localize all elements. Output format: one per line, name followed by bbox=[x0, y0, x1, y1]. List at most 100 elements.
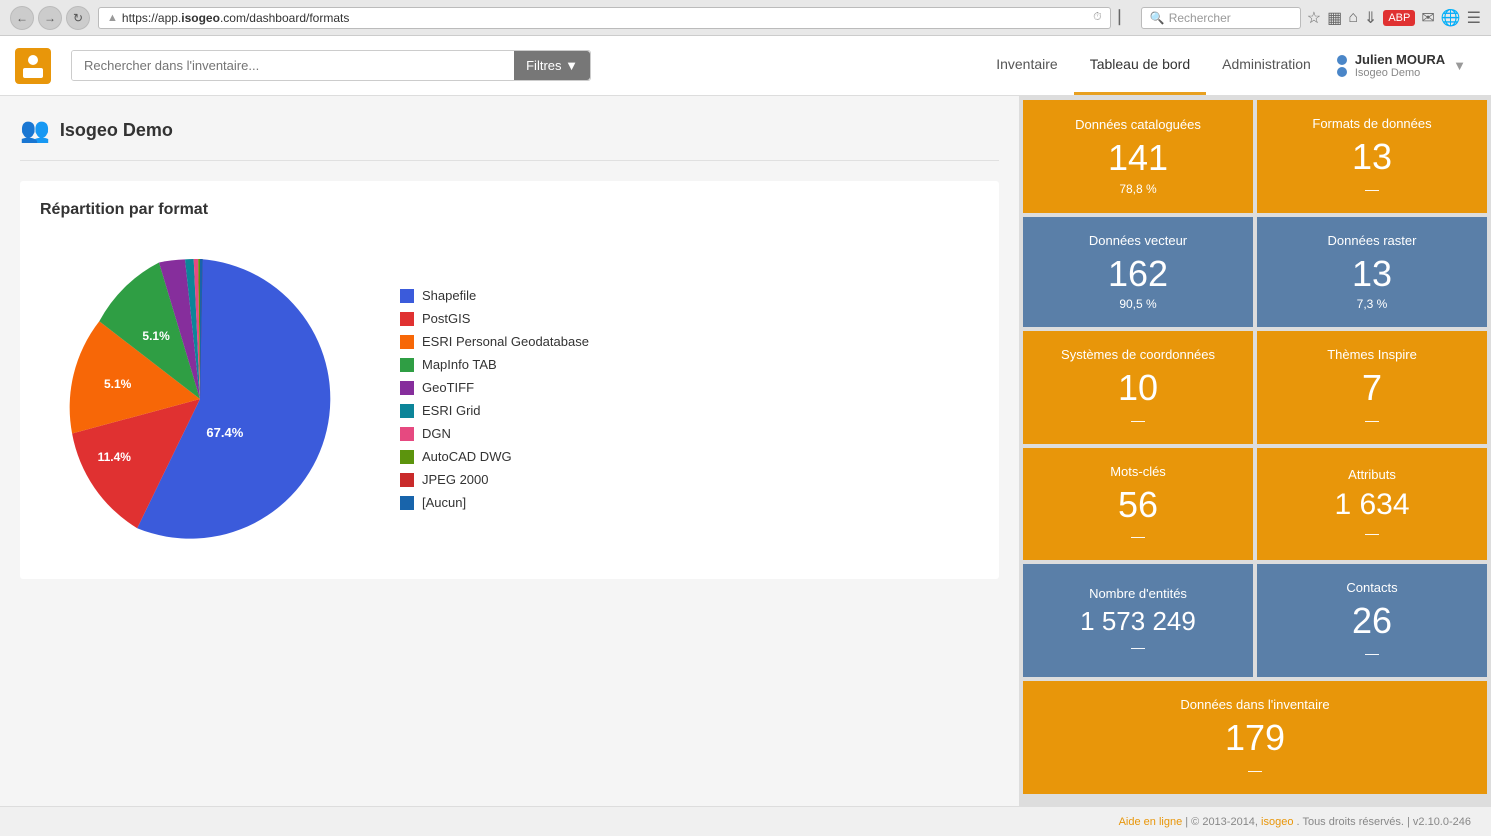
legend-label-esri-grid: ESRI Grid bbox=[422, 403, 481, 418]
label-51b: 5.1% bbox=[142, 329, 169, 343]
stat-mots-cles[interactable]: Mots-clés 56 — bbox=[1023, 448, 1253, 561]
stat-label-9: Contacts bbox=[1346, 580, 1397, 595]
stat-attributs[interactable]: Attributs 1 634 — bbox=[1257, 448, 1487, 561]
stat-label-8: Nombre d'entités bbox=[1089, 586, 1187, 601]
legend-label-dgn: DGN bbox=[422, 426, 451, 441]
user-dot-2 bbox=[1337, 67, 1347, 77]
stat-dash-1: — bbox=[1365, 181, 1379, 197]
label-67: 67.4% bbox=[206, 425, 243, 440]
stat-label-5: Thèmes Inspire bbox=[1327, 347, 1417, 362]
stat-raster[interactable]: Données raster 13 7,3 % bbox=[1257, 217, 1487, 328]
stat-value-4: 10 bbox=[1118, 368, 1158, 408]
stat-value-10: 179 bbox=[1225, 718, 1285, 758]
forward-button[interactable]: → bbox=[38, 6, 62, 30]
user-menu[interactable]: Julien MOURA Isogeo Demo ▼ bbox=[1327, 52, 1476, 79]
dropdown-arrow-icon: ▼ bbox=[565, 58, 578, 73]
content-area: 👥 Isogeo Demo Répartition par format bbox=[0, 96, 1019, 806]
stat-entites[interactable]: Nombre d'entités 1 573 249 — bbox=[1023, 564, 1253, 677]
legend-color-none bbox=[400, 496, 414, 510]
nav-links: Inventaire Tableau de bord Administratio… bbox=[980, 36, 1476, 95]
stat-vecteur[interactable]: Données vecteur 162 90,5 % bbox=[1023, 217, 1253, 328]
globe-icon[interactable]: 🌐 bbox=[1441, 8, 1461, 28]
browser-search-bar[interactable]: 🔍 Rechercher bbox=[1141, 7, 1301, 29]
browser-nav: ← → ↻ bbox=[10, 6, 90, 30]
logo-svg bbox=[15, 48, 51, 84]
stat-formats-donnees[interactable]: Formats de données 13 — bbox=[1257, 100, 1487, 213]
stat-label-3: Données raster bbox=[1328, 233, 1417, 248]
legend-color-esri-gdb bbox=[400, 335, 414, 349]
url-bar[interactable]: ▲ https://app.isogeo.com/dashboard/forma… bbox=[98, 7, 1111, 29]
stat-label-7: Attributs bbox=[1348, 467, 1396, 482]
legend-color-esri-grid bbox=[400, 404, 414, 418]
nav-administration[interactable]: Administration bbox=[1206, 36, 1327, 95]
browser-search-placeholder: Rechercher bbox=[1169, 11, 1231, 25]
search-input[interactable] bbox=[72, 51, 514, 80]
browser-icons: ⎸ 🔍 Rechercher ☆ ▦ ⌂ ⇓ ABP ✉ 🌐 ☰ bbox=[1119, 7, 1481, 29]
abp-icon[interactable]: ABP bbox=[1383, 10, 1415, 26]
stat-value-9: 26 bbox=[1352, 601, 1392, 641]
user-dot-1 bbox=[1337, 55, 1347, 65]
user-name: Julien MOURA bbox=[1355, 52, 1445, 67]
legend-color-jpeg bbox=[400, 473, 414, 487]
refresh-button[interactable]: ↻ bbox=[66, 6, 90, 30]
reader-icon[interactable]: ▦ bbox=[1327, 8, 1342, 28]
nav-tableau-de-bord[interactable]: Tableau de bord bbox=[1074, 36, 1206, 95]
back-button[interactable]: ← bbox=[10, 6, 34, 30]
pie-svg bbox=[40, 239, 360, 559]
browser-bar: ← → ↻ ▲ https://app.isogeo.com/dashboard… bbox=[0, 0, 1491, 36]
logo[interactable] bbox=[15, 48, 51, 84]
legend-color-dgn bbox=[400, 427, 414, 441]
stat-label-0: Données cataloguées bbox=[1075, 117, 1201, 132]
stats-row-4: Mots-clés 56 — Attributs 1 634 — bbox=[1023, 448, 1487, 561]
chart-legend: Shapefile PostGIS ESRI Personal Geodatab… bbox=[400, 288, 589, 510]
stats-row-3: Systèmes de coordonnées 10 — Thèmes Insp… bbox=[1023, 331, 1487, 444]
app-header: Filtres ▼ Inventaire Tableau de bord Adm… bbox=[0, 36, 1491, 96]
stat-dash-10: — bbox=[1248, 762, 1262, 778]
stat-donnees-cataloguees[interactable]: Données cataloguées 141 78,8 % bbox=[1023, 100, 1253, 213]
stat-value-2: 162 bbox=[1108, 254, 1168, 294]
legend-item-shapefile: Shapefile bbox=[400, 288, 589, 303]
stat-value-7: 1 634 bbox=[1334, 488, 1409, 521]
download-icon[interactable]: ⇓ bbox=[1364, 8, 1377, 28]
stat-dash-4: — bbox=[1131, 412, 1145, 428]
stat-systemes[interactable]: Systèmes de coordonnées 10 — bbox=[1023, 331, 1253, 444]
stat-sub-3: 7,3 % bbox=[1357, 297, 1388, 311]
nav-inventaire[interactable]: Inventaire bbox=[980, 36, 1073, 95]
stats-panel: Données cataloguées 141 78,8 % Formats d… bbox=[1019, 96, 1491, 806]
filters-button[interactable]: Filtres ▼ bbox=[514, 51, 590, 80]
stat-value-8: 1 573 249 bbox=[1080, 607, 1196, 636]
legend-item-autocad: AutoCAD DWG bbox=[400, 449, 589, 464]
send-icon[interactable]: ✉ bbox=[1421, 8, 1434, 28]
legend-label-postgis: PostGIS bbox=[422, 311, 470, 326]
stat-label-10: Données dans l'inventaire bbox=[1180, 697, 1329, 712]
footer-brand-link[interactable]: isogeo bbox=[1261, 816, 1293, 828]
legend-color-autocad bbox=[400, 450, 414, 464]
stat-themes-inspire[interactable]: Thèmes Inspire 7 — bbox=[1257, 331, 1487, 444]
stat-value-6: 56 bbox=[1118, 485, 1158, 525]
legend-label-shapefile: Shapefile bbox=[422, 288, 476, 303]
user-info: Julien MOURA Isogeo Demo bbox=[1355, 52, 1445, 79]
filters-label: Filtres bbox=[526, 58, 561, 73]
legend-item-esri-grid: ESRI Grid bbox=[400, 403, 589, 418]
workspace-header: 👥 Isogeo Demo bbox=[20, 116, 999, 161]
footer-help-link[interactable]: Aide en ligne bbox=[1119, 816, 1183, 828]
legend-item-postgis: PostGIS bbox=[400, 311, 589, 326]
stat-dash-6: — bbox=[1131, 528, 1145, 544]
bookmark-icon[interactable]: ☆ bbox=[1307, 8, 1321, 28]
home-icon[interactable]: ⌂ bbox=[1348, 9, 1358, 27]
stat-inventaire[interactable]: Données dans l'inventaire 179 — bbox=[1023, 681, 1487, 794]
stat-label-4: Systèmes de coordonnées bbox=[1061, 347, 1215, 362]
stat-contacts[interactable]: Contacts 26 — bbox=[1257, 564, 1487, 677]
workspace-title: Isogeo Demo bbox=[60, 120, 173, 141]
search-container: Filtres ▼ bbox=[71, 50, 591, 81]
stat-value-5: 7 bbox=[1362, 368, 1382, 408]
rss-icon[interactable]: ⎸ bbox=[1119, 9, 1135, 27]
stats-row-6: Données dans l'inventaire 179 — bbox=[1023, 681, 1487, 794]
legend-label-autocad: AutoCAD DWG bbox=[422, 449, 512, 464]
stat-dash-7: — bbox=[1365, 525, 1379, 541]
stat-label-1: Formats de données bbox=[1312, 116, 1431, 131]
menu-icon[interactable]: ☰ bbox=[1467, 8, 1481, 28]
stat-dash-9: — bbox=[1365, 645, 1379, 661]
legend-item-mapinfo: MapInfo TAB bbox=[400, 357, 589, 372]
stats-row-5: Nombre d'entités 1 573 249 — Contacts 26… bbox=[1023, 564, 1487, 677]
